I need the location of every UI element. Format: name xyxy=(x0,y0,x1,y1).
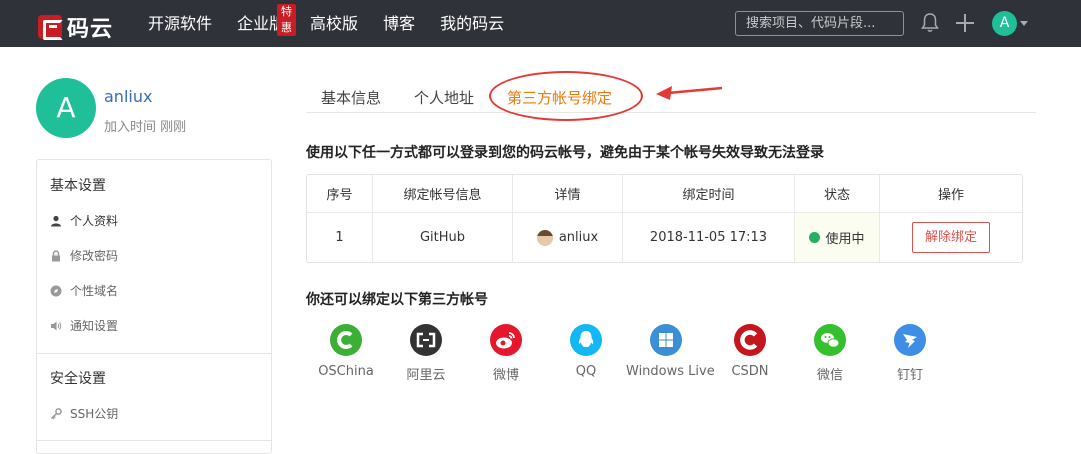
bound-account-detail: anliux xyxy=(513,213,622,262)
compass-icon xyxy=(50,285,62,296)
chevron-down-icon[interactable] xyxy=(1020,21,1028,26)
column-header: 操作 xyxy=(937,188,964,203)
provider-weibo[interactable]: 微博 xyxy=(466,324,546,383)
promo-badge: 特惠 xyxy=(277,4,297,36)
sidebar-item-label: SSH公钥 xyxy=(70,407,119,421)
annotation-arrow xyxy=(656,86,723,100)
sidebar-heading-basic: 基本设置 xyxy=(50,178,106,194)
brand-name: 码云 xyxy=(67,17,114,42)
dingtalk-icon xyxy=(894,324,926,356)
volume-icon xyxy=(51,321,62,330)
search-input[interactable]: 搜索项目、代码片段... xyxy=(735,11,904,36)
status-badge: 使用中 xyxy=(795,213,879,262)
provider-label: CSDN xyxy=(731,364,769,379)
csdn-icon xyxy=(734,324,766,356)
nav-enterprise[interactable]: 企业版 特惠 xyxy=(237,0,297,47)
sidebar-item-label: 个人资料 xyxy=(70,214,119,228)
nav-my-gitee[interactable]: 我的码云 xyxy=(440,0,504,47)
wechat-icon xyxy=(814,324,846,356)
bound-accounts-table: 序号 绑定帐号信息 详情 绑定时间 状态 操作 1 GitHub anliux … xyxy=(306,174,1023,263)
user-icon xyxy=(51,215,61,226)
tab-basic-info[interactable]: 基本信息 xyxy=(321,87,381,108)
status-label: 使用中 xyxy=(825,232,865,247)
weibo-icon xyxy=(490,324,522,356)
provider-label: QQ xyxy=(575,364,597,379)
column-header: 详情 xyxy=(554,188,581,203)
sidebar-item-profile[interactable]: 个人资料 xyxy=(50,212,118,229)
join-time: 加入时间 刚刚 xyxy=(104,120,187,135)
nav-blog[interactable]: 博客 xyxy=(383,0,415,47)
provider-label: OSChina xyxy=(318,364,374,379)
provider-oschina[interactable]: OSChina xyxy=(306,324,386,379)
provider-label: 微信 xyxy=(816,368,843,383)
column-header: 状态 xyxy=(823,188,850,203)
plus-icon[interactable] xyxy=(956,14,974,32)
key-icon xyxy=(50,407,62,420)
main-nav: 开源软件 企业版 特惠 高校版 博客 我的码云 xyxy=(148,0,529,47)
profile-username[interactable]: anliux xyxy=(104,87,152,106)
qq-icon xyxy=(570,324,602,356)
provider-label: Windows Live xyxy=(626,364,715,379)
provider-label: 微博 xyxy=(492,368,519,383)
sidebar-divider xyxy=(37,353,271,354)
action-cell: 解除绑定 xyxy=(880,213,1022,262)
provider-qq[interactable]: QQ xyxy=(546,324,626,379)
tab-personal-address[interactable]: 个人地址 xyxy=(414,87,474,108)
bound-account-name: GitHub xyxy=(419,230,466,245)
provider-wechat[interactable]: 微信 xyxy=(790,324,870,383)
top-navbar: 码云 开源软件 企业版 特惠 高校版 博客 我的码云 搜索项目、代码片段... A xyxy=(0,0,1081,47)
provider-csdn[interactable]: CSDN xyxy=(710,324,790,379)
provider-windows-live[interactable]: Windows Live xyxy=(626,324,715,379)
sidebar-item-label: 通知设置 xyxy=(70,319,119,333)
sidebar-item-label: 个性域名 xyxy=(70,284,119,298)
provider-label: 钉钉 xyxy=(896,368,923,383)
provider-label: 阿里云 xyxy=(406,368,446,383)
sidebar-item-domain[interactable]: 个性域名 xyxy=(50,282,118,299)
aliyun-icon xyxy=(410,324,442,356)
sidebar-item-password[interactable]: 修改密码 xyxy=(50,247,118,264)
oschina-icon xyxy=(330,324,362,356)
bound-account-user: anliux xyxy=(558,230,599,245)
sidebar-divider xyxy=(37,440,271,441)
profile-avatar[interactable]: A xyxy=(36,78,96,138)
nav-open-source[interactable]: 开源软件 xyxy=(148,0,212,47)
nav-university[interactable]: 高校版 xyxy=(310,0,358,47)
sidebar-item-notifications[interactable]: 通知设置 xyxy=(50,317,118,334)
bind-notice: 使用以下任一方式都可以登录到您的码云帐号，避免由于某个帐号失效导致无法登录 xyxy=(306,145,824,161)
provider-aliyun[interactable]: 阿里云 xyxy=(386,324,466,383)
column-header: 绑定时间 xyxy=(682,188,735,203)
user-avatar[interactable]: A xyxy=(992,11,1017,36)
bind-time: 2018-11-05 17:13 xyxy=(649,230,768,245)
gitee-logo[interactable]: 码云 xyxy=(38,11,113,43)
bell-icon[interactable] xyxy=(921,13,939,33)
sidebar-heading-security: 安全设置 xyxy=(50,371,106,387)
column-header: 绑定帐号信息 xyxy=(403,188,482,203)
unbind-button[interactable]: 解除绑定 xyxy=(911,222,990,253)
sidebar-item-label: 修改密码 xyxy=(70,249,119,263)
settings-sidebar: 基本设置 个人资料 修改密码 个性域名 通知设置 安全设置 SSH公钥 xyxy=(36,159,272,454)
windows-icon xyxy=(650,324,682,356)
row-index: 1 xyxy=(335,230,344,245)
provider-dingtalk[interactable]: 钉钉 xyxy=(870,324,950,383)
highlight-circle xyxy=(489,71,643,121)
column-header: 序号 xyxy=(326,188,353,203)
logo-icon xyxy=(38,15,63,40)
sidebar-item-ssh[interactable]: SSH公钥 xyxy=(50,405,118,422)
more-providers-heading: 你还可以绑定以下第三方帐号 xyxy=(306,292,488,308)
github-avatar xyxy=(536,229,553,246)
status-dot-icon xyxy=(809,232,821,243)
lock-icon xyxy=(52,249,60,261)
